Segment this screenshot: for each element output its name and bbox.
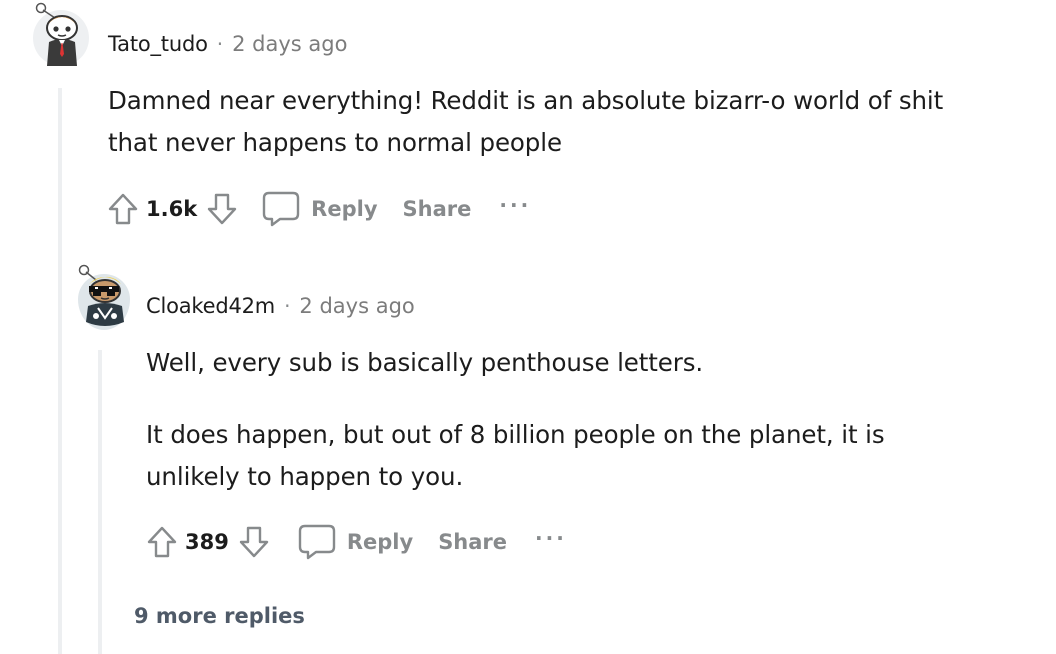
reply-button[interactable]: Reply bbox=[261, 190, 378, 228]
timestamp[interactable]: 2 days ago bbox=[299, 294, 414, 318]
author-name[interactable]: Tato_tudo bbox=[108, 32, 208, 56]
downvote-button[interactable] bbox=[205, 192, 239, 226]
share-label: Share bbox=[402, 197, 472, 221]
comment-meta: Cloaked42m · 2 days ago bbox=[146, 294, 415, 318]
downvote-button[interactable] bbox=[237, 525, 271, 559]
comment-actions: 389 Reply Share ··· bbox=[145, 523, 567, 561]
avatar[interactable] bbox=[78, 264, 130, 330]
comment-bubble-icon bbox=[298, 524, 336, 560]
share-button[interactable]: Share bbox=[438, 530, 507, 554]
reply-label: Reply bbox=[346, 530, 414, 554]
timestamp[interactable]: 2 days ago bbox=[232, 32, 347, 56]
upvote-arrow-icon bbox=[147, 526, 177, 558]
comment-actions: 1.6k Reply Share ··· bbox=[106, 190, 531, 228]
snoo-avatar-icon bbox=[35, 2, 78, 66]
comment-meta: Tato_tudo · 2 days ago bbox=[108, 32, 347, 56]
vote-score: 389 bbox=[185, 530, 229, 554]
snoo-avatar-icon bbox=[78, 264, 124, 326]
more-replies-link[interactable]: 9 more replies bbox=[134, 604, 305, 628]
more-options-button[interactable]: ··· bbox=[535, 526, 567, 550]
downvote-arrow-icon bbox=[207, 193, 237, 225]
share-label: Share bbox=[438, 530, 508, 554]
thread-line-root[interactable] bbox=[58, 88, 62, 654]
downvote-arrow-icon bbox=[239, 526, 269, 558]
vote-score: 1.6k bbox=[146, 197, 198, 221]
comment-body: Damned near everything! Reddit is an abs… bbox=[108, 80, 988, 164]
comment-bubble-icon bbox=[262, 191, 300, 227]
comment-paragraph: Well, every sub is basically penthouse l… bbox=[146, 348, 704, 377]
reply-label: Reply bbox=[311, 197, 378, 221]
comment-paragraph: It does happen, but out of 8 billion peo… bbox=[146, 420, 885, 491]
upvote-button[interactable] bbox=[106, 192, 140, 226]
meta-separator: · bbox=[216, 32, 224, 56]
reply-button[interactable]: Reply bbox=[297, 523, 413, 561]
share-button[interactable]: Share bbox=[403, 197, 472, 221]
meta-separator: · bbox=[284, 294, 291, 318]
avatar[interactable] bbox=[33, 2, 89, 66]
thread-line-child[interactable] bbox=[98, 350, 102, 654]
author-name[interactable]: Cloaked42m bbox=[146, 294, 275, 318]
upvote-arrow-icon bbox=[108, 193, 138, 225]
upvote-button[interactable] bbox=[145, 525, 179, 559]
comment-paragraph: Damned near everything! Reddit is an abs… bbox=[108, 86, 944, 157]
more-options-button[interactable]: ··· bbox=[499, 193, 531, 217]
